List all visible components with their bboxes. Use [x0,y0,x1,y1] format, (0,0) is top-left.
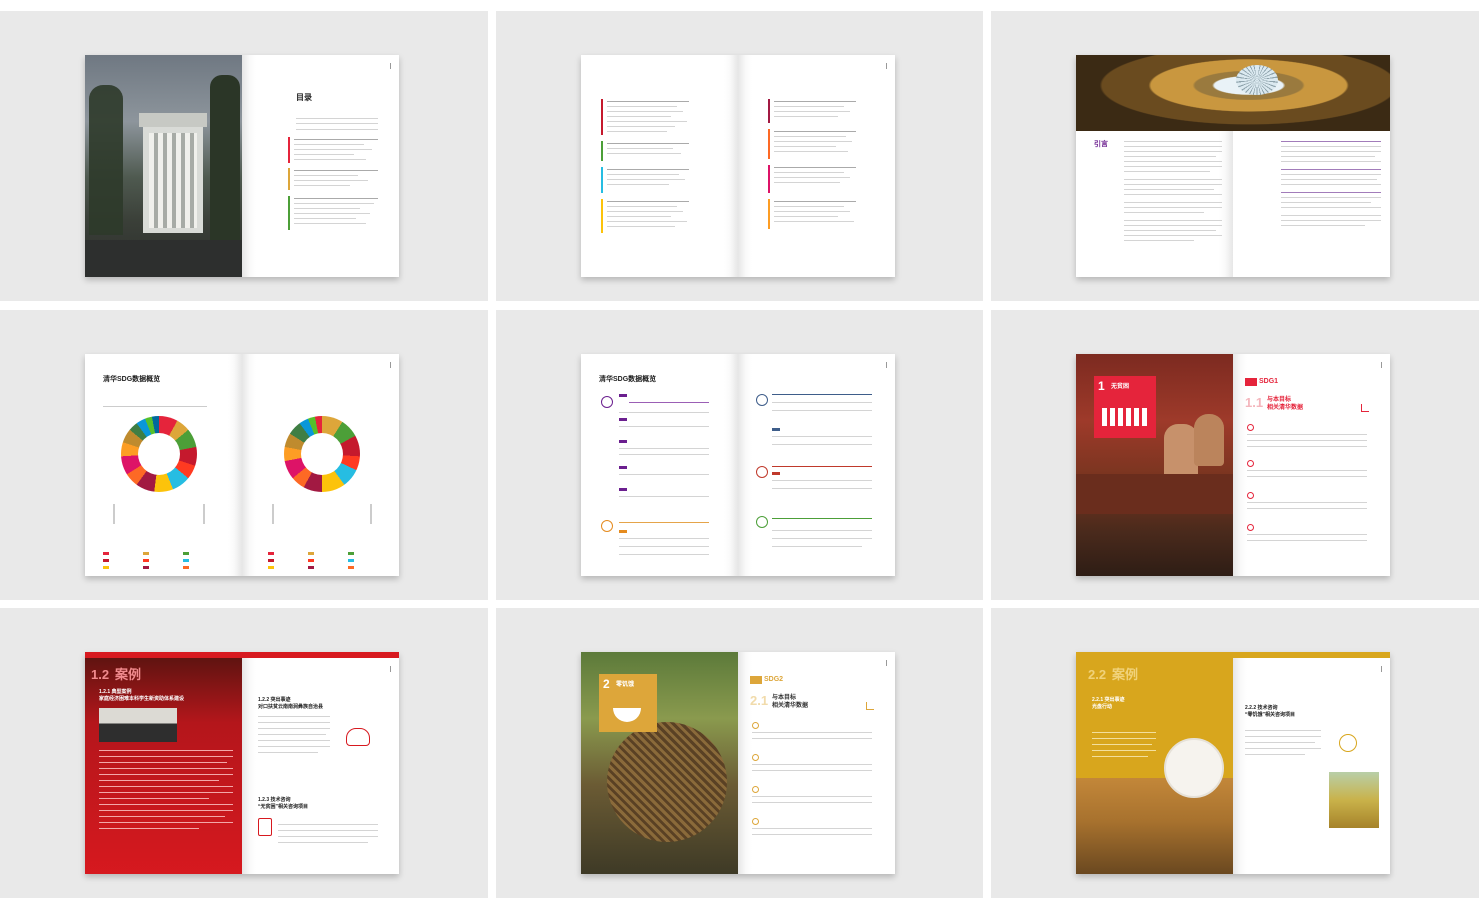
sdg1-badge-label: 无贫困 [1111,384,1130,390]
brochure-mockup-grid: 目录 引言 清华SDG数据概览 清华SDG数据概览 1 无贫困 SDG1 1.1… [0,0,1479,910]
left-page-toc [581,55,738,277]
building-columns [149,133,197,228]
dome-skylight [1236,65,1278,95]
case1-heading-b2: 对口扶贫云南南涧彝族自治县 [258,704,324,710]
sdg1-tag-box [1245,378,1257,386]
family-icon [1102,408,1148,426]
sdg2-tag-box [750,676,762,684]
right-page-case: 1.2.2 突出事迹 对口扶贫云南南涧彝族自治县 1.2.3 技术咨询 “无贫困… [242,658,399,874]
laurel-icon [756,516,768,528]
sdg2-badge-number: 2 [603,677,610,691]
case2-heading-b2: “零饥饿”相关咨询项目 [1245,712,1296,718]
case1-heading-a: 1.2.1 典型案例 [99,689,132,695]
case1-heading-c: 1.2.3 技术咨询 [258,797,291,803]
spread-toc-continued [496,11,983,301]
right-page-toc: 目录 [242,55,399,277]
left-page-data-list: 清华SDG数据概览 [581,354,738,576]
sdg2-section-title-2: 相关清华数据 [772,703,809,709]
sdg2-badge-label: 零饥饿 [616,682,635,688]
book-spread: 目录 [85,55,399,277]
toc-bar-red [288,137,290,163]
case1-heading-b: 1.2.2 突出事迹 [258,697,291,703]
dome-photo [1076,55,1390,131]
talent-icon [601,396,613,408]
spread-case-2-2: 2.2 案例 2.2.1 突出事迹 光盘行动 2.2.2 技术咨询 “零饥饿”相… [991,608,1479,898]
basket [607,722,727,842]
hands-heart-icon [346,728,370,746]
right-page-data-list [738,354,895,576]
left-page-sdg1-photo: 1 无贫困 [1076,354,1233,576]
sdg1-badge-number: 1 [1098,379,1105,393]
sdg2-section-number: 2.1 [750,693,769,708]
case2-heading-a2: 光盘行动 [1092,704,1113,710]
plate-photo [1164,738,1224,798]
book-spread: 2.2 案例 2.2.1 突出事迹 光盘行动 2.2.2 技术咨询 “零饥饿”相… [1076,652,1390,874]
sdg1-section-title-1: 与本目标 [1267,397,1292,403]
research-icon [601,520,613,532]
book-spread [581,55,895,277]
book-spread: 1.2 案例 1.2.1 典型案例 家庭经济困难本科学生新资助体系建设 1.2.… [85,652,399,874]
left-page-sdg2-photo: 2 零饥饿 [581,652,738,874]
case1-heading-c2: “无贫困”相关咨询项目 [258,804,309,810]
toc-bar-gold [288,168,290,190]
case1-section-label: 案例 [115,667,142,682]
book-spread: 2 零饥饿 SDG2 2.1 与本目标 相关清华数据 [581,652,895,874]
spread-data-overview-lists: 清华SDG数据概览 [496,310,983,600]
toc-title: 目录 [296,93,312,102]
book-spread: 引言 [1076,55,1390,277]
group-photo [99,708,177,742]
sdg2-section-title-1: 与本目标 [772,695,797,701]
data-overview-title: 清华SDG数据概览 [103,376,161,383]
spread-sdg2-opener: 2 零饥饿 SDG2 2.1 与本目标 相关清华数据 [496,608,983,898]
rice-photo [1329,772,1379,828]
right-page-donut [242,354,399,576]
spread-case-1-2: 1.2 案例 1.2.1 典型案例 家庭经济困难本科学生新资助体系建设 1.2.… [0,608,488,898]
right-page-sdg2-data: SDG2 2.1 与本目标 相关清华数据 [738,652,895,874]
case2-section-number: 2.2 [1088,667,1107,682]
spread-toc: 目录 [0,11,488,301]
case2-section-label: 案例 [1112,667,1139,682]
right-page-case-2: 2.2.2 技术咨询 “零饥饿”相关咨询项目 [1233,658,1390,874]
right-page-sdg1-data: SDG1 1.1 与本目标 相关清华数据 [1233,354,1390,576]
trees-left [89,85,123,235]
sdg2-tag: SDG2 [764,676,784,683]
book-heart-icon [258,818,272,836]
case1-heading-a2: 家庭经济困难本科学生新资助体系建设 [99,696,185,702]
building-pediment [139,113,207,127]
desk [1076,474,1233,514]
book-spread: 清华SDG数据概览 [85,354,399,576]
sdg1-section-number: 1.1 [1245,395,1264,410]
case2-heading-a: 2.2.1 突出事迹 [1092,697,1125,703]
toc-bar-green [288,196,290,230]
intro-title: 引言 [1094,141,1108,148]
case1-section-number: 1.2 [91,667,110,682]
left-page-case-red: 1.2 案例 1.2.1 典型案例 家庭经济困难本科学生新资助体系建设 [85,658,242,874]
trees-right [210,75,240,240]
left-page-case-gold: 2.2 案例 2.2.1 突出事迹 光盘行动 [1076,658,1233,874]
sdg1-tag: SDG1 [1259,378,1279,385]
book-spread: 1 无贫困 SDG1 1.1 与本目标 相关清华数据 [1076,354,1390,576]
left-page-photo [85,55,242,277]
spread-sdg1-opener: 1 无贫困 SDG1 1.1 与本目标 相关清华数据 [991,310,1479,600]
community-icon [756,466,768,478]
campus-icon [756,394,768,406]
spread-data-overview-charts: 清华SDG数据概览 [0,310,488,600]
chart-icon [1361,404,1369,412]
right-page-intro [1233,131,1390,277]
right-page-toc [738,55,895,277]
child-right [1194,414,1224,466]
case2-heading-b: 2.2.2 技术咨询 [1245,705,1278,711]
chart-icon [866,702,874,710]
spread-introduction: 引言 [991,11,1479,301]
left-page-intro: 引言 [1076,131,1233,277]
sdg-donut-chart-2 [284,416,360,492]
left-page-donut: 清华SDG数据概览 [85,354,242,576]
data-overview-title-2: 清华SDG数据概览 [599,376,657,383]
page-header-mark [377,63,391,69]
road [85,240,242,277]
book-spread: 清华SDG数据概览 [581,354,895,576]
network-icon [1339,734,1357,752]
sdg1-section-title-2: 相关清华数据 [1267,405,1304,411]
sdg-donut-chart [121,416,197,492]
